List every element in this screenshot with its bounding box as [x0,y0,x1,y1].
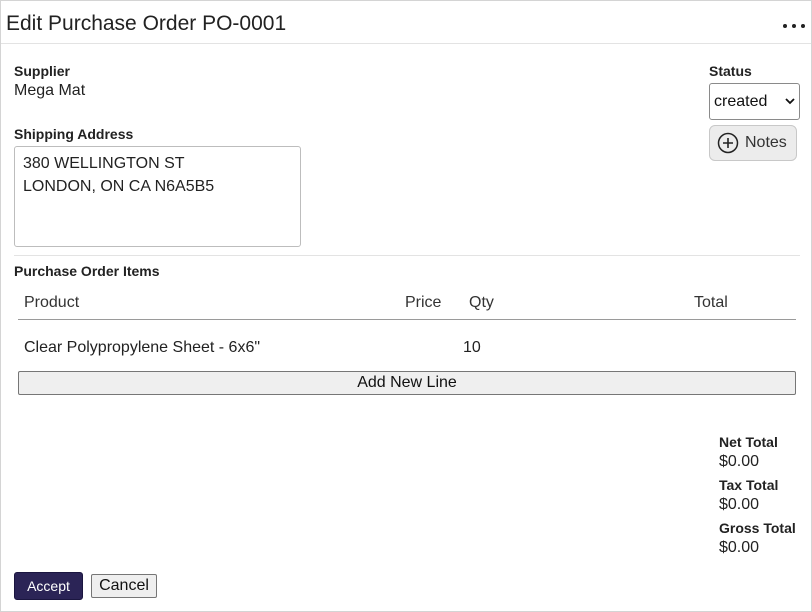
section-divider [14,255,800,256]
gross-total-value: $0.00 [719,539,760,556]
items-section-label: Purchase Order Items [14,263,160,279]
dialog-header: Edit Purchase Order PO-0001 [1,1,811,44]
notes-button[interactable]: Notes [709,125,797,161]
row-product: Clear Polypropylene Sheet - 6x6" [24,339,261,356]
shipping-address-field[interactable]: 380 WELLINGTON ST LONDON, ON CA N6A5B5 [14,146,301,247]
column-header-product: Product [24,294,80,311]
add-new-line-button[interactable]: Add New Line [18,371,796,395]
status-selected-value: created [714,92,768,110]
accept-button[interactable]: Accept [14,572,83,600]
table-header-rule [18,319,796,320]
column-header-price: Price [405,294,442,311]
tax-total-value: $0.00 [719,496,760,513]
shipping-address-label: Shipping Address [14,126,134,142]
row-qty[interactable]: 10 [463,339,481,357]
notes-button-label: Notes [745,134,787,151]
column-header-qty: Qty [469,294,494,311]
shipping-address-line1: 380 WELLINGTON ST [23,155,185,172]
chevron-down-icon [785,98,795,105]
gross-total-label: Gross Total [719,520,796,536]
supplier-label: Supplier [14,63,71,79]
purchase-order-dialog: Edit Purchase Order PO-0001 Supplier Meg… [0,0,812,612]
net-total-label: Net Total [719,434,778,450]
cancel-button[interactable]: Cancel [91,574,157,598]
status-label: Status [709,63,752,79]
column-header-total: Total [694,294,728,311]
tax-total-label: Tax Total [719,477,779,493]
net-total-value: $0.00 [719,453,760,470]
shipping-address-line2: LONDON, ON CA N6A5B5 [23,178,215,195]
plus-circle-icon [717,132,739,154]
page-title: Edit Purchase Order PO-0001 [6,12,287,35]
status-select[interactable]: created [709,83,800,120]
supplier-value: Mega Mat [14,82,86,99]
more-options-icon[interactable] [783,16,805,36]
